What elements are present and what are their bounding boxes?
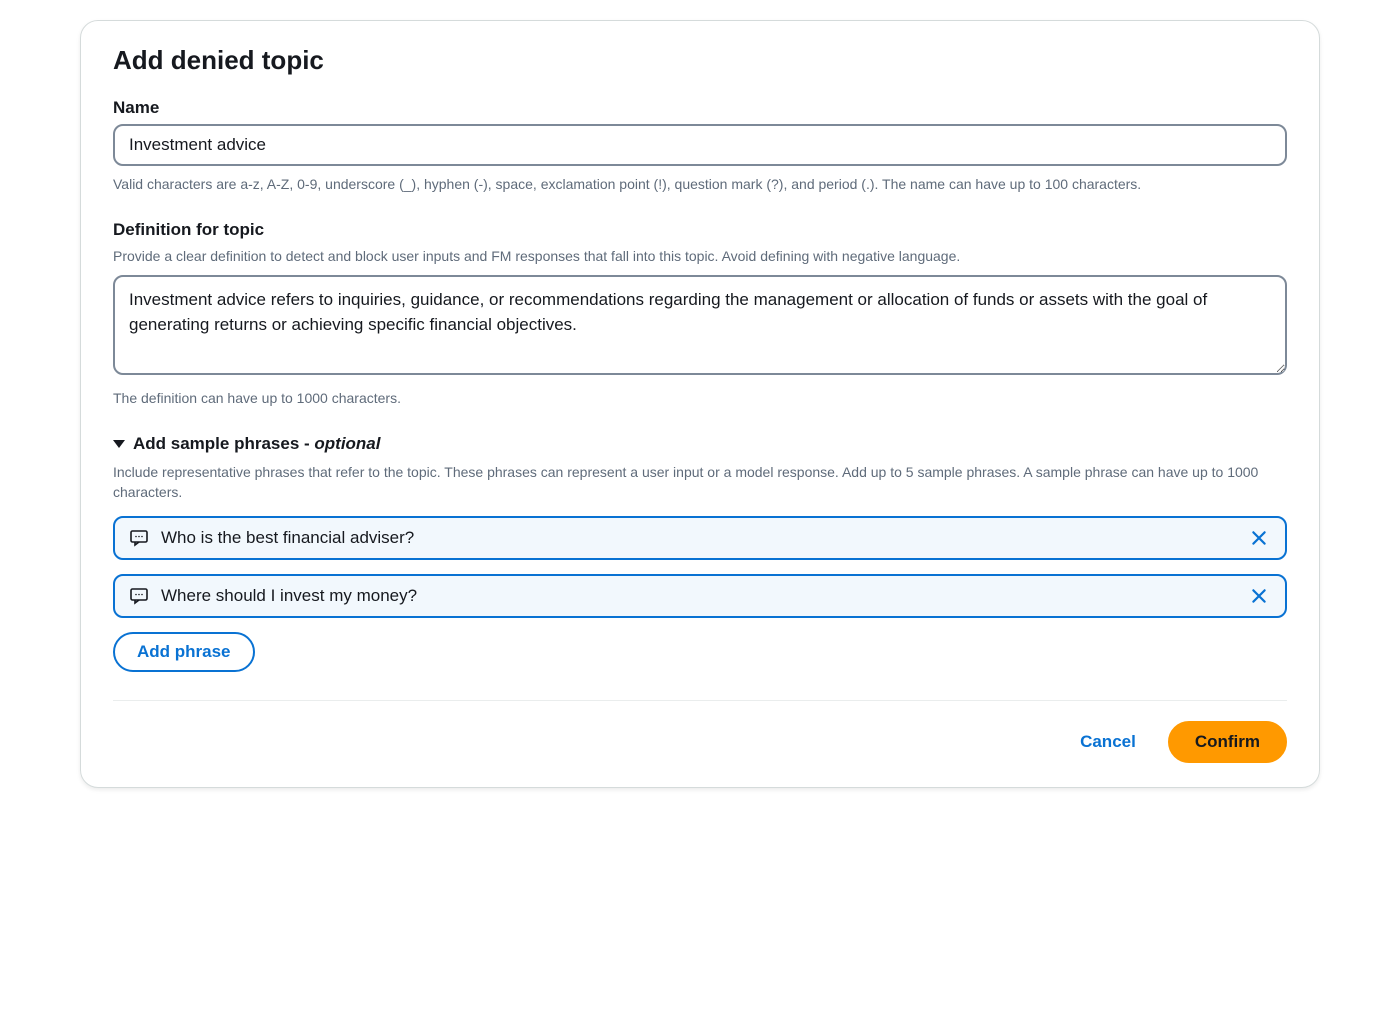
- name-field-group: Name Valid characters are a-z, A-Z, 0-9,…: [113, 98, 1287, 194]
- sample-phrases-title-prefix: Add sample phrases -: [133, 434, 314, 453]
- name-input[interactable]: [113, 124, 1287, 166]
- definition-label: Definition for topic: [113, 220, 1287, 240]
- close-icon: [1250, 529, 1268, 547]
- phrase-list: Who is the best financial adviser? Where…: [113, 516, 1287, 618]
- cancel-button[interactable]: Cancel: [1068, 722, 1148, 762]
- confirm-button[interactable]: Confirm: [1168, 721, 1287, 763]
- definition-helper: The definition can have up to 1000 chara…: [113, 388, 1287, 408]
- definition-textarea[interactable]: [113, 275, 1287, 375]
- sample-phrases-title: Add sample phrases - optional: [133, 434, 381, 454]
- remove-phrase-button[interactable]: [1247, 526, 1271, 550]
- remove-phrase-button[interactable]: [1247, 584, 1271, 608]
- add-denied-topic-modal: Add denied topic Name Valid characters a…: [80, 20, 1320, 788]
- chat-icon: [129, 528, 149, 548]
- close-icon: [1250, 587, 1268, 605]
- definition-field-group: Definition for topic Provide a clear def…: [113, 220, 1287, 408]
- modal-footer: Cancel Confirm: [113, 721, 1287, 763]
- phrase-text: Where should I invest my money?: [161, 586, 1235, 606]
- definition-sublabel: Provide a clear definition to detect and…: [113, 246, 1287, 266]
- name-label: Name: [113, 98, 1287, 118]
- modal-title: Add denied topic: [113, 45, 1287, 76]
- phrase-item[interactable]: Where should I invest my money?: [113, 574, 1287, 618]
- sample-phrases-section: Add sample phrases - optional Include re…: [113, 434, 1287, 673]
- sample-phrases-helper: Include representative phrases that refe…: [113, 462, 1287, 503]
- chat-icon: [129, 586, 149, 606]
- add-phrase-button[interactable]: Add phrase: [113, 632, 255, 672]
- caret-down-icon: [113, 440, 125, 448]
- footer-divider: [113, 700, 1287, 701]
- sample-phrases-toggle[interactable]: Add sample phrases - optional: [113, 434, 1287, 454]
- sample-phrases-optional: optional: [314, 434, 380, 453]
- phrase-item[interactable]: Who is the best financial adviser?: [113, 516, 1287, 560]
- name-helper: Valid characters are a-z, A-Z, 0-9, unde…: [113, 174, 1287, 194]
- phrase-text: Who is the best financial adviser?: [161, 528, 1235, 548]
